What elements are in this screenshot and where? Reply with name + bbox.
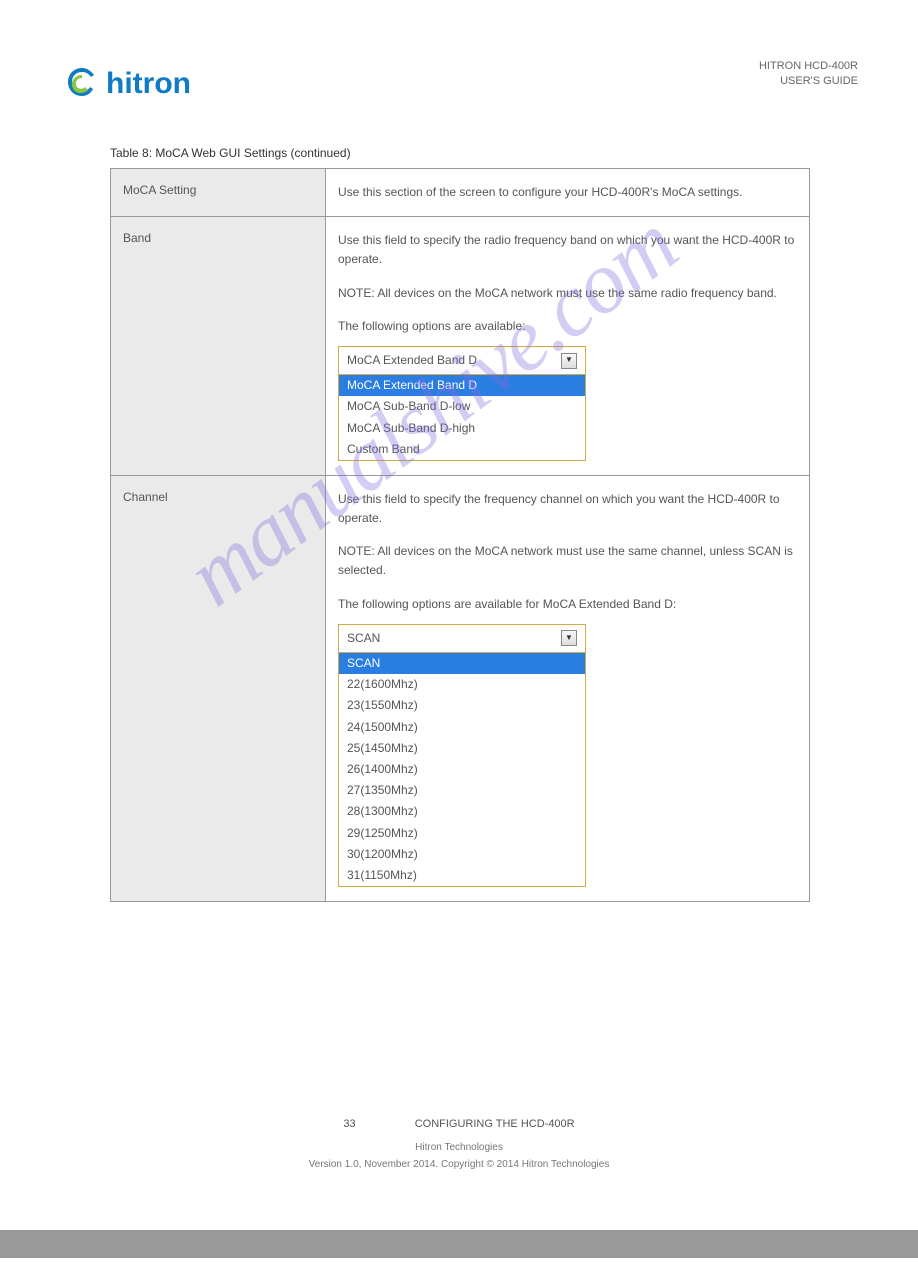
channel-dropdown[interactable]: SCAN ▼ SCAN 22(1600Mhz) 23(1550Mhz) 24(1… [338, 624, 586, 887]
desc-paragraph: Use this field to specify the radio freq… [338, 231, 797, 269]
dropdown-option[interactable]: 22(1600Mhz) [339, 674, 585, 695]
footer-company: Hitron Technologies [0, 1142, 918, 1153]
band-dropdown[interactable]: MoCA Extended Band D ▼ MoCA Extended Ban… [338, 346, 586, 461]
dropdown-selected-text: SCAN [347, 629, 380, 648]
dropdown-option[interactable]: 25(1450Mhz) [339, 738, 585, 759]
row-label: Band [111, 217, 326, 476]
chapter-name: CONFIGURING THE HCD-400R [415, 1118, 575, 1130]
table-title: Table 8: MoCA Web GUI Settings (continue… [110, 146, 858, 160]
dropdown-option[interactable]: 27(1350Mhz) [339, 780, 585, 801]
dropdown-option[interactable]: 30(1200Mhz) [339, 844, 585, 865]
header-doc-type: USER'S GUIDE [759, 75, 858, 87]
page-header: hitron HITRON HCD-400R USER'S GUIDE [60, 60, 858, 106]
dropdown-option[interactable]: 23(1550Mhz) [339, 695, 585, 716]
row-desc: Use this section of the screen to config… [326, 169, 810, 217]
dropdown-selected-text: MoCA Extended Band D [347, 351, 477, 370]
dropdown-option[interactable]: Custom Band [339, 439, 585, 460]
row-label: MoCA Setting [111, 169, 326, 217]
dropdown-option[interactable]: MoCA Sub-Band D-low [339, 396, 585, 417]
dropdown-option[interactable]: SCAN [339, 653, 585, 674]
table-row: MoCA Setting Use this section of the scr… [111, 169, 810, 217]
footer-page-chapter: 33 CONFIGURING THE HCD-400R [0, 1118, 918, 1130]
dropdown-option[interactable]: 29(1250Mhz) [339, 823, 585, 844]
dropdown-option[interactable]: 28(1300Mhz) [339, 801, 585, 822]
dropdown-option[interactable]: MoCA Extended Band D [339, 375, 585, 396]
bottom-bar [0, 1230, 918, 1258]
header-product-title: HITRON HCD-400R USER'S GUIDE [759, 60, 858, 87]
table-row: Band Use this field to specify the radio… [111, 217, 810, 476]
row-label: Channel [111, 475, 326, 901]
dropdown-option[interactable]: 31(1150Mhz) [339, 865, 585, 886]
desc-paragraph: The following options are available for … [338, 595, 797, 614]
row-desc: Use this field to specify the frequency … [326, 475, 810, 901]
footer-version: Version 1.0, November 2014. Copyright © … [0, 1159, 918, 1170]
desc-paragraph: NOTE: All devices on the MoCA network mu… [338, 542, 797, 580]
dropdown-selected-row[interactable]: MoCA Extended Band D ▼ [339, 347, 585, 375]
settings-table: MoCA Setting Use this section of the scr… [110, 168, 810, 902]
page-number: 33 [343, 1118, 355, 1130]
svg-text:hitron: hitron [106, 67, 191, 100]
header-product-name: HITRON HCD-400R [759, 60, 858, 72]
desc-paragraph: The following options are available: [338, 317, 797, 336]
logo: hitron [60, 60, 260, 106]
dropdown-selected-row[interactable]: SCAN ▼ [339, 625, 585, 653]
dropdown-option[interactable]: 24(1500Mhz) [339, 717, 585, 738]
chevron-down-icon[interactable]: ▼ [561, 630, 577, 646]
desc-paragraph: NOTE: All devices on the MoCA network mu… [338, 284, 797, 303]
dropdown-list: SCAN 22(1600Mhz) 23(1550Mhz) 24(1500Mhz)… [339, 653, 585, 886]
dropdown-list: MoCA Extended Band D MoCA Sub-Band D-low… [339, 375, 585, 460]
chevron-down-icon[interactable]: ▼ [561, 353, 577, 369]
table-row: Channel Use this field to specify the fr… [111, 475, 810, 901]
desc-paragraph: Use this field to specify the frequency … [338, 490, 797, 528]
page-footer: 33 CONFIGURING THE HCD-400R Hitron Techn… [0, 1118, 918, 1170]
dropdown-option[interactable]: MoCA Sub-Band D-high [339, 418, 585, 439]
dropdown-option[interactable]: 26(1400Mhz) [339, 759, 585, 780]
row-desc: Use this field to specify the radio freq… [326, 217, 810, 476]
